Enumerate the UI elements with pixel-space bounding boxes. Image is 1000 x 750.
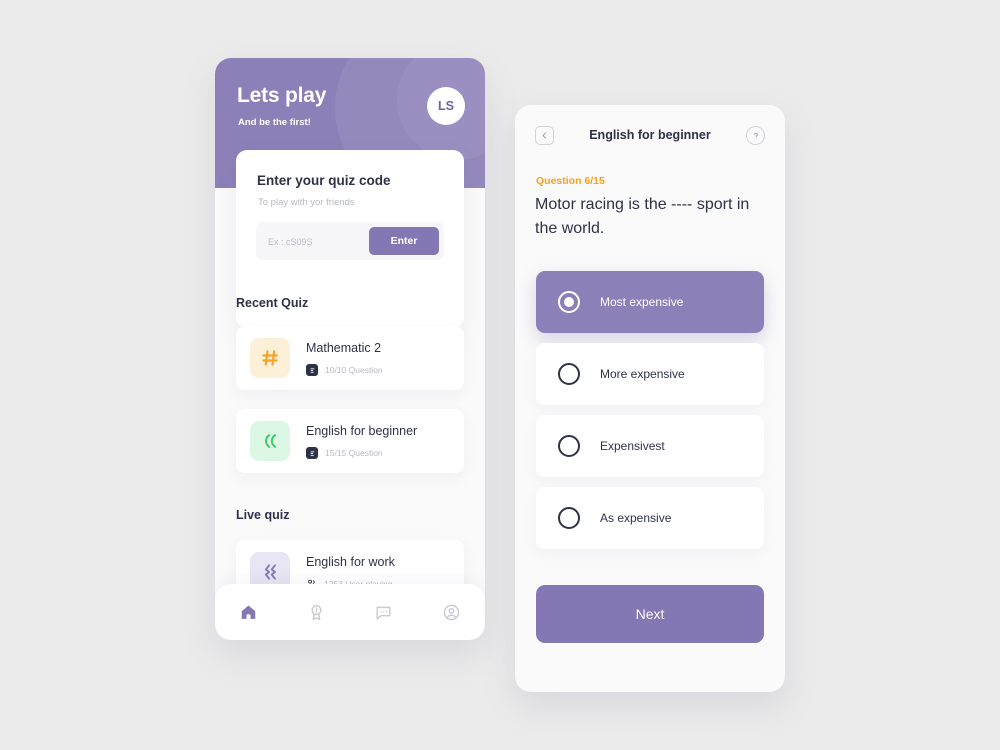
quiz-title-header: English for beginner [589, 128, 711, 142]
bottom-navigation [215, 584, 485, 640]
answer-label: As expensive [600, 511, 672, 525]
quiz-title: English for work [306, 555, 395, 569]
question-text: Motor racing is the ---- sport in the wo… [535, 196, 750, 237]
chat-icon [376, 606, 391, 620]
avatar-initials: LS [438, 99, 454, 113]
nav-item-profile[interactable] [436, 597, 466, 627]
help-button[interactable] [746, 126, 765, 145]
question-progress: Question 6/15 [536, 175, 605, 187]
quiz-screen: English for beginner Question 6/15 Motor… [515, 105, 785, 692]
quiz-topbar: English for beginner [515, 105, 785, 167]
profile-icon [443, 604, 460, 620]
hash-icon-tile [250, 338, 290, 378]
answer-label: Most expensive [600, 295, 684, 309]
quiz-code-subtitle: To play with yor friends [258, 197, 355, 208]
answer-option[interactable]: Most expensive [536, 271, 764, 333]
quiz-meta-row: 10/10 Question [306, 364, 383, 376]
enter-button[interactable]: Enter [369, 227, 439, 255]
radio-button [558, 435, 580, 457]
nav-item-award[interactable] [301, 597, 331, 627]
quiz-meta-text: 15/15 Question [325, 448, 383, 458]
quiz-meta-text: 10/10 Question [325, 365, 383, 375]
live-quiz-heading: Live quiz [236, 508, 290, 522]
award-icon [311, 604, 322, 620]
quiz-title: English for beginner [306, 424, 418, 438]
radio-button [558, 363, 580, 385]
recent-quiz-item[interactable]: Mathematic 2 10/10 Question [236, 326, 464, 390]
question-count-icon [306, 364, 318, 376]
answer-label: Expensivest [600, 439, 665, 453]
recent-quiz-item[interactable]: English for beginner 15/15 Question [236, 409, 464, 473]
nav-item-home[interactable] [234, 597, 264, 627]
answer-option[interactable]: As expensive [536, 487, 764, 549]
avatar[interactable]: LS [427, 87, 465, 125]
answer-option[interactable]: Expensivest [536, 415, 764, 477]
answer-option[interactable]: More expensive [536, 343, 764, 405]
quiz-meta-row: 15/15 Question [306, 447, 383, 459]
quote-icon-tile [250, 421, 290, 461]
answer-label: More expensive [600, 367, 685, 381]
quote-icon [264, 434, 276, 448]
home-icon [242, 605, 256, 619]
greeting-subtitle: And be the first! [238, 117, 311, 128]
radio-button [558, 291, 580, 313]
recent-quiz-heading: Recent Quiz [236, 296, 309, 310]
greeting-title: Lets play [237, 84, 327, 107]
quiz-code-input[interactable] [266, 222, 370, 262]
hash-icon [262, 350, 278, 366]
question-mark-icon [753, 132, 758, 139]
quiz-code-entry-row: Enter [256, 222, 444, 262]
quiz-code-title: Enter your quiz code [257, 173, 391, 188]
question-count-icon [306, 447, 318, 459]
nav-item-chat[interactable] [369, 597, 399, 627]
radio-dot [564, 297, 574, 307]
radio-button [558, 507, 580, 529]
next-button[interactable]: Next [536, 585, 764, 643]
home-screen: Lets play And be the first! LS Enter you… [215, 58, 485, 640]
quiz-title: Mathematic 2 [306, 341, 382, 355]
zigzag-icon [264, 564, 276, 580]
